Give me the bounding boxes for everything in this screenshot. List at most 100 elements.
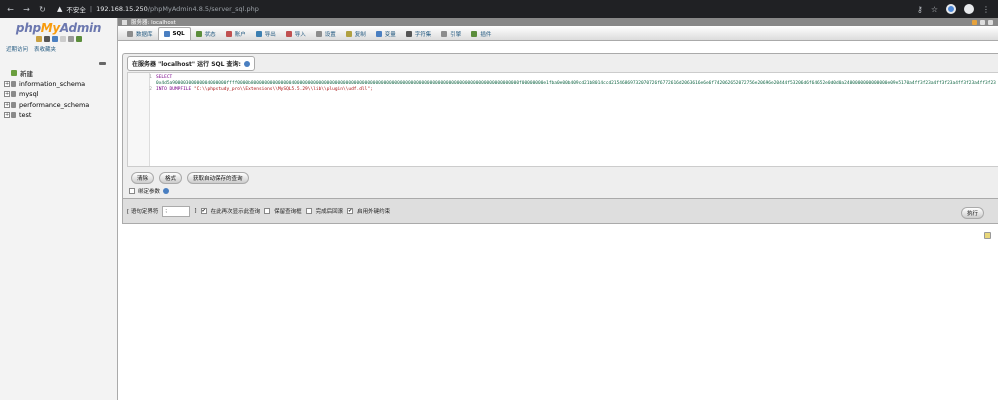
foreign-key-checkbox[interactable]: ✔ <box>347 208 354 214</box>
address-bar[interactable]: ▲ 不安全 | 192.168.15.250/phpMyAdmin4.8.5/s… <box>57 4 259 14</box>
browser-nav: ← → ↻ <box>0 5 47 14</box>
docs-icon[interactable] <box>59 36 66 42</box>
delimiter-label: [ 语句定界符 <box>127 209 159 215</box>
gear-icon[interactable] <box>980 19 985 25</box>
import-icon <box>285 30 292 37</box>
tab-accounts[interactable]: 账户 <box>221 27 251 40</box>
query-legend: 在服务器 "localhost" 运行 SQL 查询: <box>127 56 255 71</box>
tab-status[interactable]: 状态 <box>191 27 221 40</box>
tab-charsets[interactable]: 字符集 <box>401 27 437 40</box>
tab-settings[interactable]: 设置 <box>311 27 341 40</box>
code-line: 0x4d5a90000300000004000000ffff0000b80000… <box>156 81 996 86</box>
format-button[interactable]: 格式 <box>159 172 183 184</box>
tree-item-label: test <box>19 111 32 120</box>
database-icon <box>11 80 16 87</box>
back-icon[interactable]: ← <box>6 5 15 14</box>
expand-icon[interactable]: + <box>4 101 10 108</box>
key-icon[interactable]: ⚷ <box>917 5 923 14</box>
page-settings-icon[interactable] <box>972 19 977 25</box>
show-query-checkbox[interactable]: ✔ <box>200 208 207 214</box>
navigation-panel: phpMyAdmin 近期访问 表收藏夹 新建 + information_sc… <box>0 18 118 400</box>
collapse-icon[interactable] <box>988 19 993 25</box>
refresh-icon[interactable] <box>75 36 82 42</box>
help-icon[interactable] <box>51 36 58 42</box>
tab-import[interactable]: 导入 <box>281 27 311 40</box>
tree-item-new[interactable]: 新建 <box>4 68 117 79</box>
nav-icon-row <box>0 36 117 42</box>
tab-sql[interactable]: SQL <box>157 27 191 40</box>
tree-item-mysql[interactable]: + mysql <box>4 89 117 100</box>
tree-item-label: performance_schema <box>19 100 90 109</box>
bind-params-label: 绑定参数 <box>138 189 161 195</box>
option-label: 在此再次显示此查询 <box>210 209 261 215</box>
star-icon[interactable]: ☆ <box>931 5 938 14</box>
tree-item-test[interactable]: + test <box>4 110 117 121</box>
delimiter-input[interactable] <box>162 205 191 217</box>
browser-toolbar: ← → ↻ ▲ 不安全 | 192.168.15.250/phpMyAdmin4… <box>0 0 998 18</box>
retain-query-box-checkbox[interactable] <box>264 208 271 214</box>
reload-icon[interactable]: ↻ <box>38 5 47 14</box>
database-icon <box>11 91 16 98</box>
settings-icon[interactable] <box>67 36 74 42</box>
logout-icon[interactable] <box>43 36 50 42</box>
wrench-icon <box>315 30 322 37</box>
tree-item-information-schema[interactable]: + information_schema <box>4 79 117 90</box>
option-label: 保留查询框 <box>274 209 302 215</box>
expand-icon[interactable]: + <box>4 80 10 87</box>
home-icon[interactable] <box>35 36 42 42</box>
nav-links: 近期访问 表收藏夹 <box>0 45 117 53</box>
help-icon[interactable] <box>243 60 250 67</box>
sql-icon <box>163 31 170 37</box>
tab-export[interactable]: 导出 <box>251 27 281 40</box>
sql-editor[interactable]: 1 SELECT 0x4d5a90000300000004000000ffff00… <box>127 72 998 167</box>
address-separator: | <box>89 5 93 13</box>
bind-params-checkbox[interactable] <box>129 188 135 194</box>
tree-item-label: 新建 <box>20 70 33 79</box>
help-icon[interactable] <box>163 188 170 194</box>
tree-item-performance-schema[interactable]: + performance_schema <box>4 100 117 111</box>
variables-icon <box>375 30 382 37</box>
clear-button[interactable]: 清除 <box>131 172 155 184</box>
url-path: /phpMyAdmin4.8.5/server_sql.php <box>147 5 259 13</box>
phpmyadmin-logo[interactable]: phpMyAdmin <box>0 18 117 35</box>
favorites-link[interactable]: 表收藏夹 <box>34 45 56 53</box>
server-label[interactable]: 服务器: localhost <box>131 18 176 26</box>
tab-variables[interactable]: 变量 <box>371 27 401 40</box>
option-label: 启用外键约束 <box>357 209 391 215</box>
tree-item-label: information_schema <box>19 79 86 88</box>
main-panel: 服务器: localhost 数据库 SQL 状态 账户 导出 导入 设置 复制… <box>118 18 998 400</box>
tab-databases[interactable]: 数据库 <box>122 27 158 40</box>
new-db-icon <box>11 70 17 77</box>
export-icon <box>255 30 262 37</box>
code-line: 1 SELECT <box>149 75 173 80</box>
tab-plugins[interactable]: 插件 <box>466 27 496 40</box>
expand-icon[interactable]: + <box>4 112 10 119</box>
go-button[interactable]: 执行 <box>960 207 984 219</box>
query-actions: 清除 格式 获取自动保存的查询 <box>131 172 249 184</box>
bind-params-row: 绑定参数 <box>129 187 170 195</box>
security-label: 不安全 <box>66 6 86 14</box>
users-icon <box>225 30 232 37</box>
server-bar-actions <box>972 19 998 25</box>
plugin-icon <box>471 30 478 37</box>
option-label: 完成后回滚 <box>315 209 344 215</box>
database-icon <box>127 30 133 37</box>
forward-icon[interactable]: → <box>22 5 31 14</box>
extension-icon[interactable] <box>946 4 956 14</box>
tab-replication[interactable]: 复制 <box>341 27 371 40</box>
profile-icon[interactable] <box>964 4 974 14</box>
menu-icon[interactable]: ⋮ <box>982 5 990 14</box>
recent-link[interactable]: 近期访问 <box>6 45 28 53</box>
charset-icon <box>405 30 412 37</box>
delimiter-label-close: ] <box>194 208 197 214</box>
console-icon[interactable] <box>984 232 991 239</box>
rollback-checkbox[interactable] <box>305 208 312 214</box>
tab-engines[interactable]: 引擎 <box>436 27 466 40</box>
sql-query-box: 在服务器 "localhost" 运行 SQL 查询: 1 SELECT 0x4d… <box>122 53 998 213</box>
warning-icon: ▲ <box>57 5 63 13</box>
collapse-link-icon[interactable] <box>99 62 106 65</box>
get-autosaved-query-button[interactable]: 获取自动保存的查询 <box>187 172 249 184</box>
database-icon <box>11 112 16 119</box>
replication-icon <box>345 30 352 37</box>
expand-icon[interactable]: + <box>4 91 10 98</box>
